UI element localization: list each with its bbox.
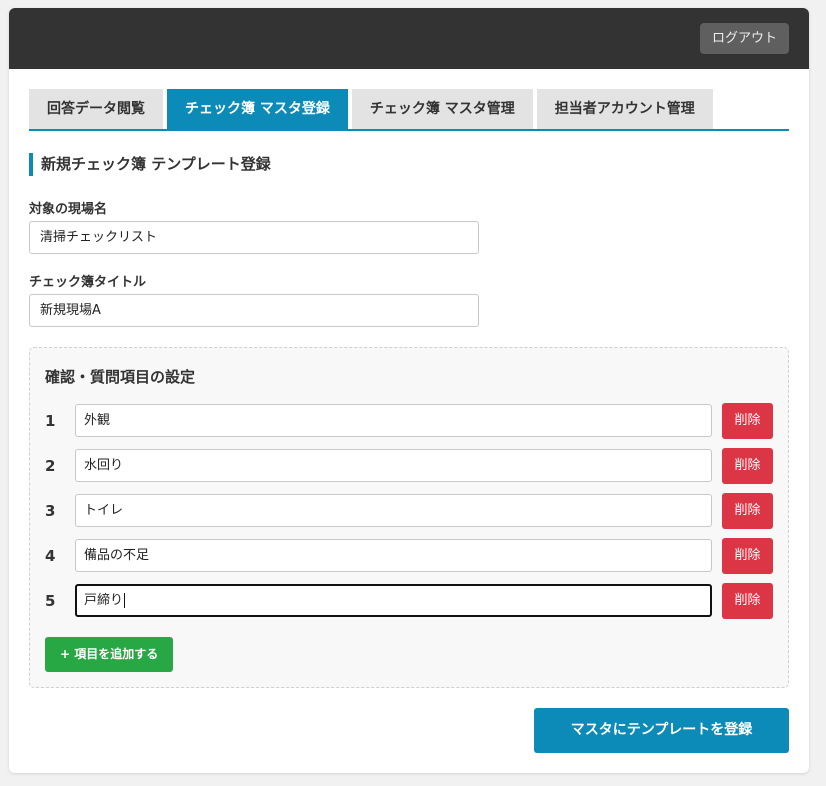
item-number: 4 <box>45 547 56 565</box>
item-input[interactable]: 外観 <box>75 404 712 437</box>
tab-master-register[interactable]: チェック簿 マスタ登録 <box>167 89 348 129</box>
text-caret <box>124 593 126 608</box>
item-input-text: 戸締り <box>84 593 124 608</box>
items-title: 確認・質問項目の設定 <box>45 368 196 386</box>
delete-item-button[interactable]: 削除 <box>722 403 773 439</box>
item-input[interactable]: 備品の不足 <box>75 539 712 572</box>
item-row: 4 備品の不足 削除 <box>45 538 775 574</box>
top-bar: ログアウト <box>9 8 809 69</box>
book-title-label: チェック簿タイトル <box>29 275 147 290</box>
main-card: ログアウト 回答データ閲覧 チェック簿 マスタ登録 チェック簿 マスタ管理 担当… <box>9 8 809 773</box>
book-title-input[interactable]: 新規現場A <box>29 294 479 327</box>
item-number: 5 <box>45 592 56 610</box>
register-template-button[interactable]: マスタにテンプレートを登録 <box>534 708 789 753</box>
item-row: 2 水回り 削除 <box>45 448 775 484</box>
item-row: 3 トイレ 削除 <box>45 493 775 529</box>
add-item-button[interactable]: + 項目を追加する <box>45 637 174 672</box>
delete-item-button[interactable]: 削除 <box>722 538 773 574</box>
tab-account-manage[interactable]: 担当者アカウント管理 <box>536 89 713 129</box>
item-number: 3 <box>45 502 56 520</box>
site-name-input[interactable]: 清掃チェックリスト <box>29 221 479 254</box>
tab-bar: 回答データ閲覧 チェック簿 マスタ登録 チェック簿 マスタ管理 担当者アカウント… <box>29 89 789 131</box>
item-row: 1 外観 削除 <box>45 403 775 439</box>
item-row: 5 戸締り 削除 <box>45 583 775 619</box>
item-input[interactable]: 水回り <box>75 449 712 482</box>
item-input[interactable]: トイレ <box>75 494 712 527</box>
item-number: 1 <box>45 412 56 430</box>
delete-item-button[interactable]: 削除 <box>722 583 773 619</box>
items-panel: 確認・質問項目の設定 1 外観 削除 2 水回り 削除 3 トイレ 削除 4 備… <box>29 347 789 688</box>
tab-master-manage[interactable]: チェック簿 マスタ管理 <box>351 89 533 129</box>
delete-item-button[interactable]: 削除 <box>722 493 773 529</box>
logout-button[interactable]: ログアウト <box>699 23 789 54</box>
site-name-label: 対象の現場名 <box>29 202 108 217</box>
tab-response-data[interactable]: 回答データ閲覧 <box>29 89 163 129</box>
item-input-focused[interactable]: 戸締り <box>75 584 712 617</box>
delete-item-button[interactable]: 削除 <box>722 448 773 484</box>
section-title: 新規チェック簿 テンプレート登録 <box>29 153 271 176</box>
item-number: 2 <box>45 457 56 475</box>
